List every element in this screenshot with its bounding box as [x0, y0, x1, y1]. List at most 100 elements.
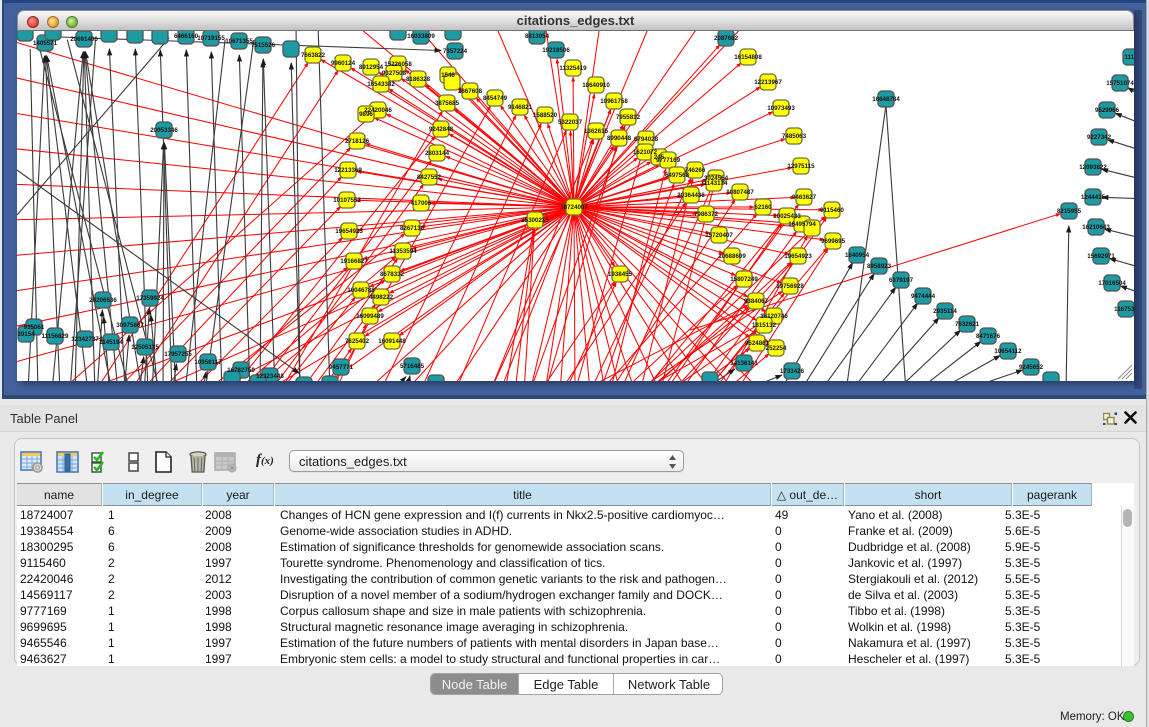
- svg-text:10688609: 10688609: [718, 253, 746, 260]
- svg-text:2867608: 2867608: [458, 88, 483, 95]
- svg-text:19218506: 19218506: [542, 47, 570, 54]
- svg-text:12093822: 12093822: [1079, 164, 1107, 171]
- svg-text:8912954: 8912954: [359, 64, 384, 71]
- svg-text:3875685: 3875685: [435, 100, 460, 107]
- svg-text:6497568: 6497568: [665, 172, 690, 179]
- svg-text:7663822: 7663822: [301, 52, 326, 59]
- svg-text:2087682: 2087682: [714, 35, 739, 42]
- svg-text:18724007: 18724007: [560, 204, 588, 211]
- svg-text:7632621: 7632621: [955, 321, 980, 328]
- svg-text:9457771: 9457771: [329, 364, 354, 371]
- svg-text:16033809: 16033809: [407, 33, 435, 40]
- svg-text:417006: 417006: [411, 200, 432, 207]
- svg-text:9146821: 9146821: [508, 104, 533, 111]
- svg-text:10719155: 10719155: [197, 35, 225, 42]
- svg-text:8813054: 8813054: [525, 33, 550, 40]
- svg-text:5322037: 5322037: [558, 119, 583, 126]
- svg-text:9529966: 9529966: [1095, 107, 1120, 114]
- svg-text:1588520: 1588520: [533, 112, 558, 119]
- svg-text:10671355: 10671355: [225, 38, 253, 45]
- svg-text:9245652: 9245652: [1019, 364, 1044, 371]
- svg-text:2803144: 2803144: [425, 150, 450, 157]
- svg-text:9896: 9896: [359, 111, 373, 118]
- svg-text:8215955: 8215955: [1057, 208, 1082, 215]
- svg-text:16210643: 16210643: [1082, 224, 1110, 231]
- svg-text:20053346: 20053346: [150, 127, 178, 134]
- svg-text:11156829: 11156829: [42, 333, 69, 340]
- svg-text:1244415: 1244415: [1081, 194, 1106, 201]
- svg-text:7986372: 7986372: [694, 211, 719, 218]
- svg-text:10961758: 10961758: [600, 98, 628, 105]
- svg-text:252254: 252254: [766, 345, 787, 352]
- svg-text:6794028: 6794028: [634, 136, 659, 143]
- svg-text:9699695: 9699695: [821, 238, 846, 245]
- svg-text:1145194: 1145194: [99, 339, 123, 346]
- svg-text:16091448: 16091448: [378, 338, 406, 345]
- svg-text:10958117: 10958117: [194, 359, 222, 366]
- svg-text:1362615: 1362615: [584, 128, 609, 135]
- svg-text:12505135: 12505135: [131, 344, 159, 351]
- svg-text:19654923: 19654923: [784, 253, 812, 260]
- svg-text:62160: 62160: [754, 204, 772, 211]
- svg-text:8958923: 8958923: [867, 263, 892, 270]
- svg-text:9327508: 9327508: [382, 70, 407, 77]
- svg-text:12213369: 12213369: [334, 167, 362, 174]
- svg-text:9777169: 9777169: [656, 157, 681, 164]
- svg-text:1405571: 1405571: [33, 40, 58, 47]
- svg-text:16782759: 16782759: [227, 367, 255, 374]
- svg-text:10046788: 10046788: [347, 287, 375, 294]
- svg-text:7955812: 7955812: [616, 114, 641, 121]
- svg-text:25300215: 25300215: [521, 217, 549, 224]
- svg-text:2935114: 2935114: [933, 308, 957, 315]
- svg-text:12323448: 12323448: [256, 373, 284, 380]
- svg-text:9115460: 9115460: [820, 207, 844, 214]
- svg-text:16495794: 16495794: [788, 221, 816, 228]
- svg-text:12213967: 12213967: [754, 79, 782, 86]
- svg-text:10107552: 10107552: [333, 197, 361, 204]
- svg-text:1815132: 1815132: [752, 322, 777, 329]
- svg-text:9960124: 9960124: [331, 60, 356, 67]
- svg-text:9463627: 9463627: [792, 194, 817, 201]
- svg-text:20206536: 20206536: [89, 297, 117, 304]
- svg-text:8454749: 8454749: [483, 95, 508, 102]
- svg-text:6466160: 6466160: [174, 33, 199, 40]
- svg-text:8471676: 8471676: [976, 333, 1001, 340]
- svg-text:8678332: 8678332: [380, 271, 405, 278]
- svg-text:17359924: 17359924: [136, 295, 164, 302]
- svg-text:19166827: 19166827: [340, 258, 368, 265]
- svg-text:20364436: 20364436: [677, 192, 705, 199]
- svg-text:1938455: 1938455: [608, 271, 633, 278]
- svg-text:39154: 39154: [17, 331, 35, 338]
- svg-text:16154808: 16154808: [734, 54, 762, 61]
- svg-text:7357224: 7357224: [443, 48, 468, 55]
- svg-text:15226058: 15226058: [384, 61, 412, 68]
- svg-text:1167533: 1167533: [1114, 306, 1134, 313]
- svg-text:935061: 935061: [24, 324, 45, 331]
- svg-text:7625402: 7625402: [345, 338, 370, 345]
- svg-text:10025433: 10025433: [773, 213, 801, 220]
- svg-text:5716485: 5716485: [400, 363, 425, 370]
- svg-text:15720407: 15720407: [705, 232, 733, 239]
- svg-text:12975115: 12975115: [787, 163, 815, 170]
- svg-text:16648784: 16648784: [872, 96, 900, 103]
- svg-text:12342737: 12342737: [71, 336, 99, 343]
- svg-text:9227342: 9227342: [1087, 134, 1112, 141]
- svg-text:16543382: 16543382: [367, 81, 395, 88]
- svg-text:20691406: 20691406: [70, 36, 98, 43]
- svg-text:11353594: 11353594: [389, 248, 417, 255]
- svg-text:9384067: 9384067: [744, 298, 769, 305]
- svg-text:17016504: 17016504: [1098, 280, 1126, 287]
- svg-text:14136141: 14136141: [730, 360, 758, 367]
- svg-text:8267130: 8267130: [400, 225, 425, 232]
- svg-text:1546: 1546: [441, 72, 455, 79]
- svg-text:7515526: 7515526: [251, 42, 276, 49]
- svg-text:30975867: 30975867: [116, 322, 144, 329]
- svg-text:8186328: 8186328: [406, 76, 431, 83]
- svg-text:10654112: 10654112: [994, 348, 1022, 355]
- svg-text:11143174: 11143174: [701, 180, 728, 187]
- svg-text:10807487: 10807487: [726, 189, 754, 196]
- svg-text:19756928: 19756928: [776, 283, 804, 290]
- svg-text:10973493: 10973493: [767, 105, 795, 112]
- svg-text:7485063: 7485063: [782, 133, 807, 140]
- svg-text:15751074: 15751074: [1106, 80, 1134, 87]
